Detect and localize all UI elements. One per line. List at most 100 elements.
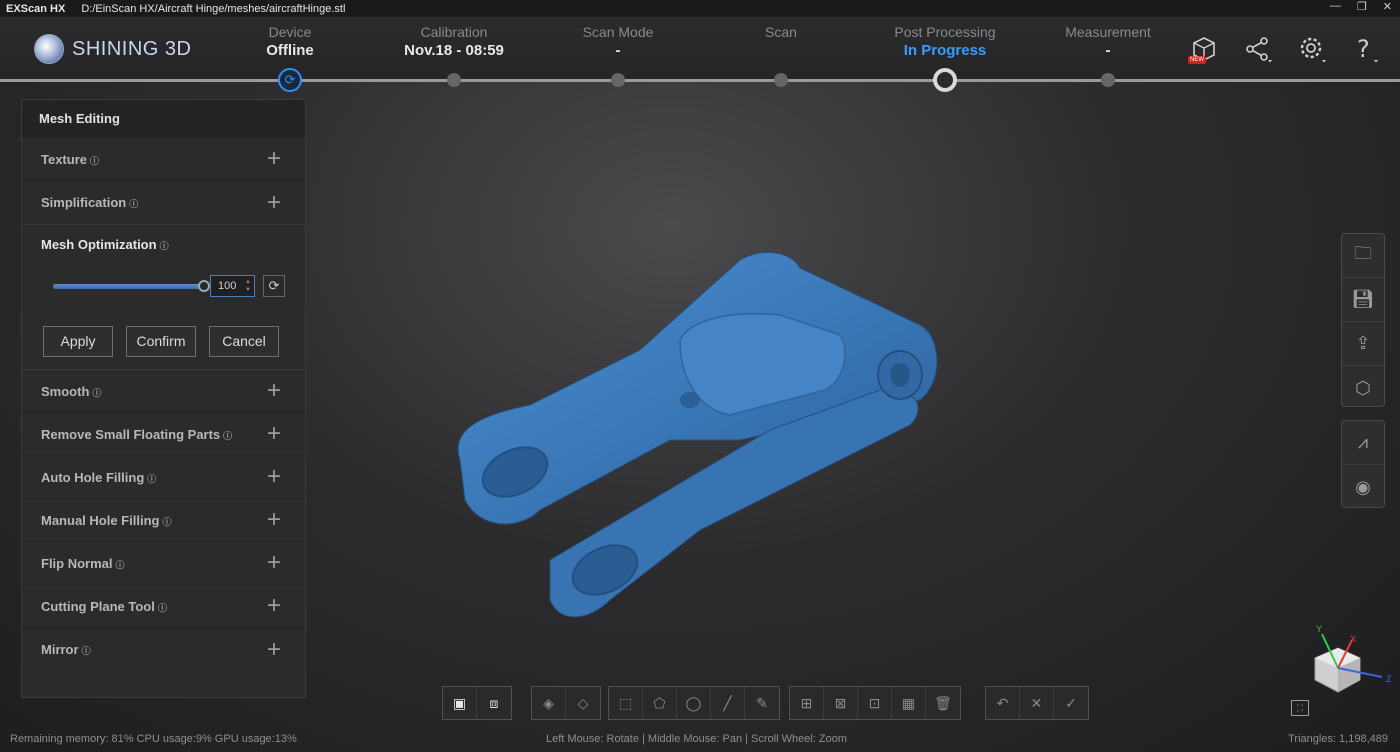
mouse-hint-text: Left Mouse: Rotate | Middle Mouse: Pan |… (546, 733, 848, 745)
close-icon[interactable]: ✕ (1383, 0, 1392, 13)
expand-plus-icon[interactable]: + (267, 551, 281, 575)
spin-arrows-icon[interactable]: ▲ ▼ (245, 278, 251, 294)
tool-row-manual-hole-filling[interactable]: Manual Hole Filling ⓘ + (22, 499, 305, 542)
share-icon[interactable] (1242, 34, 1274, 66)
info-icon[interactable]: ⓘ (116, 560, 125, 570)
optimization-buttons: Apply Confirm Cancel (43, 326, 279, 357)
info-icon[interactable]: ⓘ (162, 517, 171, 527)
step-label: Measurement (1065, 24, 1151, 40)
confirm-button[interactable]: Confirm (126, 326, 196, 357)
step-value: Nov.18 - 08:59 (404, 42, 504, 59)
step-scan-mode[interactable]: Scan Mode - (538, 24, 698, 59)
rect-select-icon[interactable]: ⬚ (609, 687, 643, 719)
discard-icon[interactable]: ✕ (1020, 687, 1054, 719)
invert-selection-icon[interactable]: ⊡ (858, 687, 892, 719)
title-bar: EXScan HX D:/EinScan HX/Aircraft Hinge/m… (0, 0, 1400, 17)
info-icon[interactable]: ⓘ (147, 474, 156, 484)
logo-icon (34, 34, 64, 64)
slider-handle[interactable] (198, 280, 210, 292)
maximize-icon[interactable]: ❐ (1357, 0, 1367, 13)
step-calibration[interactable]: Calibration Nov.18 - 08:59 (374, 24, 534, 59)
layers-alt-icon[interactable]: ◇ (566, 687, 600, 719)
settings-gear-icon[interactable] (1296, 34, 1328, 66)
brush-select-icon[interactable]: ✎ (745, 687, 779, 719)
save-icon[interactable]: 💾︎ (1342, 278, 1384, 322)
tool-label: Remove Small Floating Parts ⓘ (41, 426, 233, 442)
triangle-count: Triangles: 1,198,489 (1288, 733, 1388, 745)
apply-button[interactable]: Apply (43, 326, 113, 357)
expand-plus-icon[interactable]: + (267, 508, 281, 532)
new-feature-icon[interactable]: NEW (1188, 34, 1220, 66)
tool-row-cutting-plane[interactable]: Cutting Plane Tool ⓘ + (22, 585, 305, 628)
step-post-processing[interactable]: Post Processing In Progress (865, 24, 1025, 59)
axis-gizmo[interactable]: Y X Z (1300, 620, 1395, 700)
device-refresh-icon[interactable]: ⟳ (278, 68, 302, 92)
mesh-model-viewport[interactable] (440, 240, 960, 630)
axis-z-label: Z (1386, 674, 1392, 684)
tool-row-auto-hole-filling[interactable]: Auto Hole Filling ⓘ + (22, 456, 305, 499)
export-icon[interactable]: ⇪ (1342, 322, 1384, 366)
info-icon[interactable]: ⓘ (90, 156, 99, 166)
view-perspective-icon[interactable]: ▣ (443, 687, 477, 719)
help-icon[interactable]: ? (1350, 34, 1382, 66)
undo-icon[interactable]: ↶ (986, 687, 1020, 719)
info-icon[interactable]: ⓘ (82, 646, 91, 656)
info-icon[interactable]: ⓘ (129, 199, 138, 209)
tool-row-smooth[interactable]: Smooth ⓘ + (22, 370, 305, 413)
deselect-icon[interactable]: ⊠ (824, 687, 858, 719)
select-all-icon[interactable]: ⊞ (790, 687, 824, 719)
system-usage-text: Remaining memory: 81% CPU usage:9% GPU u… (10, 733, 297, 745)
logo: SHINING 3D (34, 34, 191, 64)
tool-row-flip-normal[interactable]: Flip Normal ⓘ + (22, 542, 305, 585)
step-dot (611, 73, 625, 87)
tool-label: Auto Hole Filling ⓘ (41, 469, 157, 485)
layers-icon[interactable]: ◈ (532, 687, 566, 719)
lasso-select-icon[interactable]: ◯ (677, 687, 711, 719)
wireframe-cube-icon[interactable]: ⧈ (477, 687, 511, 719)
accept-check-icon[interactable]: ✓ (1054, 687, 1088, 719)
optimization-value-input[interactable]: 100 ▲ ▼ (210, 275, 255, 297)
expand-plus-icon[interactable]: + (267, 422, 281, 446)
step-measurement[interactable]: Measurement - (1028, 24, 1188, 59)
step-label: Calibration (420, 24, 488, 40)
tool-row-texture[interactable]: Texture ⓘ + (22, 138, 305, 181)
new-badge: NEW (1188, 56, 1206, 64)
line-select-icon[interactable]: ╱ (711, 687, 745, 719)
step-scan[interactable]: Scan (701, 24, 861, 42)
tool-row-simplification[interactable]: Simplification ⓘ + (22, 181, 305, 224)
expand-plus-icon[interactable]: + (267, 379, 281, 403)
bottom-toolbar-selection-ops: ⊞ ⊠ ⊡ ▦ 🗑︎ (789, 686, 961, 720)
reset-icon[interactable]: ⟳ (263, 275, 285, 297)
step-value: - (615, 42, 621, 59)
info-icon[interactable]: ⓘ (158, 603, 167, 613)
header-icons: NEW ? (1188, 34, 1382, 66)
info-icon[interactable]: ⓘ (160, 241, 169, 251)
cube-icon[interactable]: ⬡ (1342, 366, 1384, 410)
info-icon[interactable]: ⓘ (223, 431, 232, 441)
file-path: D:/EinScan HX/Aircraft Hinge/meshes/airc… (81, 2, 346, 15)
polygon-select-icon[interactable]: ⬠ (643, 687, 677, 719)
expand-plus-icon[interactable]: + (267, 190, 281, 214)
cancel-button[interactable]: Cancel (209, 326, 279, 357)
minimize-icon[interactable]: — (1330, 0, 1341, 13)
tool-row-remove-floating-parts[interactable]: Remove Small Floating Parts ⓘ + (22, 413, 305, 456)
delete-selection-icon[interactable]: 🗑︎ (926, 687, 960, 719)
axis-y-label: Y (1316, 624, 1322, 634)
step-device[interactable]: Device Offline (210, 24, 370, 59)
open-folder-icon[interactable]: 🗀 (1342, 234, 1384, 278)
tool-row-mirror[interactable]: Mirror ⓘ + (22, 628, 305, 671)
expand-plus-icon[interactable]: + (267, 465, 281, 489)
step-value: - (1105, 42, 1111, 59)
step-label: Scan Mode (582, 24, 654, 40)
current-step-dot (933, 68, 957, 92)
expand-plus-icon[interactable]: + (267, 147, 281, 171)
mirror-view-icon[interactable]: ⩘ (1342, 421, 1384, 465)
step-dot (774, 73, 788, 87)
info-icon[interactable]: ⓘ (92, 388, 101, 398)
fit-view-icon[interactable]: ⛶ (1291, 700, 1309, 716)
expand-plus-icon[interactable]: + (267, 594, 281, 618)
optimization-slider[interactable] (53, 284, 205, 289)
visibility-eye-icon[interactable]: ◉ (1342, 465, 1384, 509)
expand-plus-icon[interactable]: + (267, 637, 281, 661)
select-connected-icon[interactable]: ▦ (892, 687, 926, 719)
